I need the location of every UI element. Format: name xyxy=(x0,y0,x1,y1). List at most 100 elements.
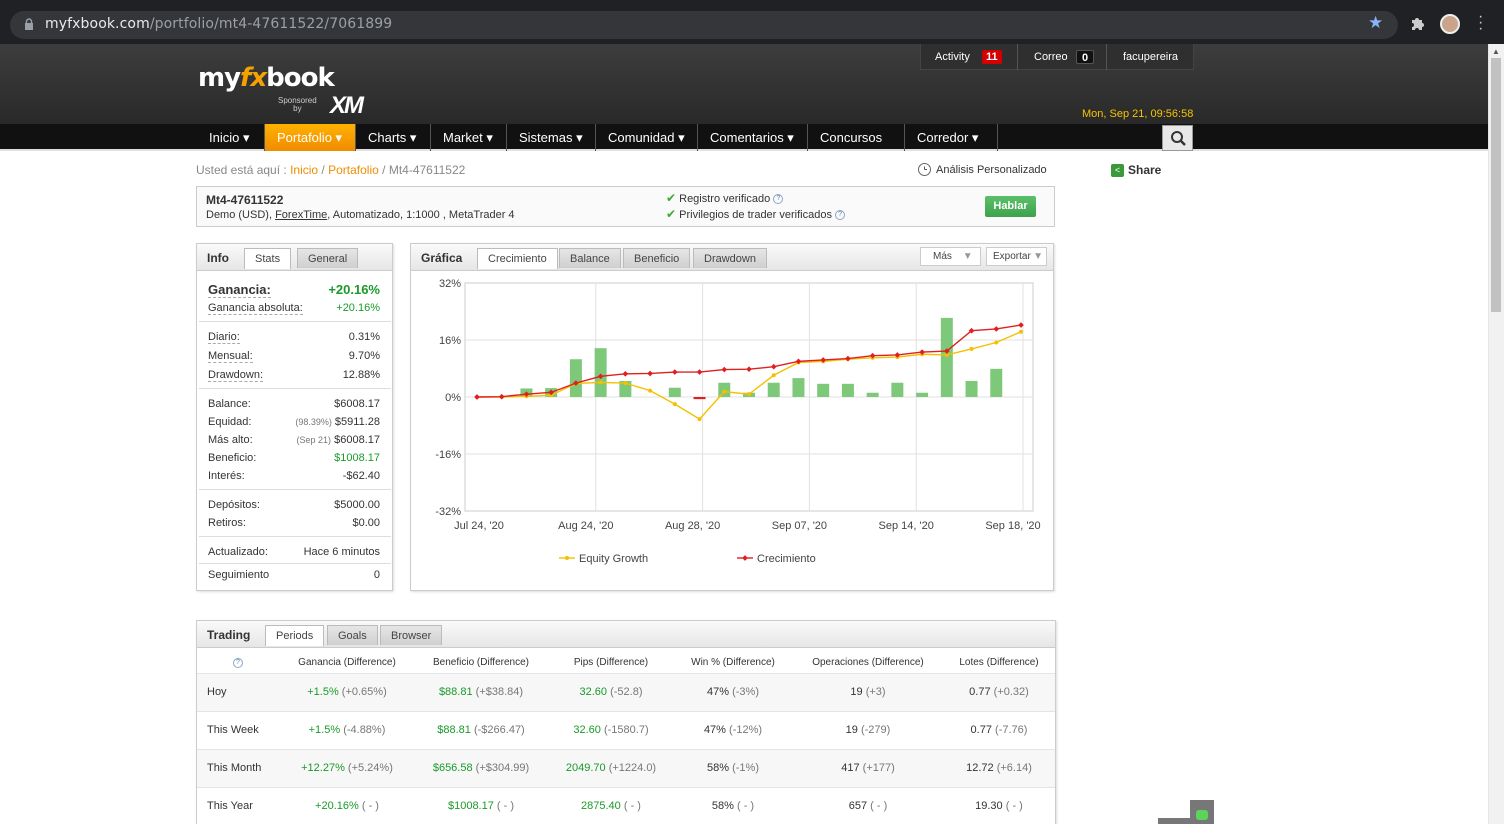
myfxbook-logo[interactable]: myfxbook xyxy=(198,63,335,93)
cell-difference: (+$38.84) xyxy=(475,686,524,698)
col-header-profit: Beneficio (Difference) xyxy=(433,657,529,668)
url-host: myfxbook.com xyxy=(45,16,150,32)
tab-balance[interactable]: Balance xyxy=(559,248,621,268)
equity-growth-point xyxy=(648,388,653,393)
period-label: This Week xyxy=(207,724,259,736)
nav-comentarios[interactable]: Comentarios ▾ xyxy=(698,124,808,151)
divider xyxy=(199,489,391,490)
share-link[interactable]: Share xyxy=(1128,163,1161,177)
nav-charts[interactable]: Charts ▾ xyxy=(356,124,431,151)
breadcrumb-portfolio[interactable]: Portafolio xyxy=(328,163,379,177)
withdrawals-value: $0.00 xyxy=(352,517,380,529)
help-icon[interactable]: ? xyxy=(233,657,243,669)
help-icon[interactable]: ? xyxy=(835,210,846,221)
growth-bar xyxy=(866,392,879,397)
highest-row: Más alto: (Sep 21) $6008.17 xyxy=(208,434,380,446)
cell-value: +1.5% xyxy=(307,686,339,698)
nav-comunidad[interactable]: Comunidad ▾ xyxy=(596,124,698,151)
profit-row: Beneficio: $1008.17 xyxy=(208,452,380,464)
logo-part: my xyxy=(198,63,241,93)
broker-link[interactable]: ForexTime xyxy=(275,209,327,221)
tab-goals[interactable]: Goals xyxy=(327,625,378,645)
col-header-trades: Operaciones (Difference) xyxy=(812,657,924,668)
cell-value: 0.77 xyxy=(970,724,992,736)
nav-sistemas[interactable]: Sistemas ▾ xyxy=(507,124,596,151)
search-icon xyxy=(1171,131,1186,146)
browser-menu-icon[interactable]: · · · xyxy=(1478,9,1486,37)
x-tick-label: Jul 24, '20 xyxy=(454,520,504,532)
profit-label: Beneficio: xyxy=(208,452,257,464)
cell-gain: +20.16% ( - ) xyxy=(277,800,417,812)
cell-value: +20.16% xyxy=(315,800,359,812)
tab-growth[interactable]: Crecimiento xyxy=(477,248,558,269)
cell-lots: 19.30 ( - ) xyxy=(929,800,1069,812)
server-datetime: Mon, Sep 21, 09:56:58 xyxy=(1082,108,1194,120)
tab-general[interactable]: General xyxy=(297,248,359,268)
nav-portafolio[interactable]: Portafolio ▾ xyxy=(265,124,356,151)
cell-value: $1008.17 xyxy=(447,800,494,812)
growth-bar xyxy=(965,380,978,397)
bookmark-star-icon[interactable]: ★ xyxy=(1368,13,1383,33)
equity-growth-point xyxy=(623,381,628,386)
scroll-up-arrow-icon[interactable]: ▲ xyxy=(1492,47,1500,56)
cell-value: 657 xyxy=(848,800,868,812)
nav-concursos[interactable]: Concursos ▾ xyxy=(808,124,905,172)
updated-value: Hace 6 minutos xyxy=(303,546,380,558)
xm-sponsor-logo[interactable]: XM xyxy=(330,92,364,120)
talk-button[interactable]: Hablar xyxy=(985,196,1036,217)
page-scrollbar-thumb[interactable] xyxy=(1491,58,1501,312)
daily-label: Diario: xyxy=(208,331,240,344)
chat-bubble-icon xyxy=(1196,810,1208,820)
export-dropdown[interactable]: Exportar ▼ xyxy=(986,247,1047,266)
help-icon[interactable]: ? xyxy=(773,194,784,205)
tab-periods[interactable]: Periods xyxy=(265,625,325,646)
interest-label: Interés: xyxy=(208,470,245,482)
drawdown-value: 12.88% xyxy=(342,369,380,381)
col-header-lots: Lotes (Difference) xyxy=(959,657,1039,668)
nav-market[interactable]: Market ▾ xyxy=(431,124,507,151)
mail-link[interactable]: Correo xyxy=(1034,51,1068,63)
extensions-icon[interactable] xyxy=(1409,16,1425,32)
cell-profit: $88.81 (-$266.47) xyxy=(411,724,551,736)
account-details: , Automatizado, 1:1000 , MetaTrader 4 xyxy=(327,209,515,221)
cell-value: 2049.70 xyxy=(565,762,606,774)
period-label: Hoy xyxy=(207,686,227,698)
cell-difference: ( - ) xyxy=(870,800,888,812)
username-link[interactable]: facupereira xyxy=(1123,51,1178,63)
nav-corredor[interactable]: Corredor ▾ xyxy=(905,124,998,151)
info-title: Info xyxy=(207,251,229,265)
breadcrumb-home[interactable]: Inicio xyxy=(290,163,318,177)
interest-row: Interés: -$62.40 xyxy=(208,470,380,482)
logo-part: fx xyxy=(240,63,267,93)
tracking-label: Seguimiento xyxy=(208,569,270,581)
more-label: Más xyxy=(933,251,952,262)
equity-growth-point xyxy=(697,417,702,422)
nav-inicio[interactable]: Inicio ▾ xyxy=(197,124,265,151)
url-text[interactable]: myfxbook.com/portfolio/mt4-47611522/7061… xyxy=(45,16,392,32)
chevron-down-icon: ▼ xyxy=(1033,251,1043,262)
verified-privileges-label: Privilegios de trader verificados xyxy=(679,209,832,221)
cell-profit: $656.58 (+$304.99) xyxy=(411,762,551,774)
tab-stats[interactable]: Stats xyxy=(244,248,292,269)
cell-value: 58% xyxy=(707,762,730,774)
profile-avatar[interactable] xyxy=(1440,14,1460,34)
search-button[interactable] xyxy=(1162,125,1193,151)
cell-difference: (-3%) xyxy=(732,686,759,698)
cell-difference: ( - ) xyxy=(1005,800,1023,812)
share-icon[interactable]: < xyxy=(1111,164,1124,177)
tab-profit[interactable]: Beneficio xyxy=(623,248,691,268)
tab-drawdown[interactable]: Drawdown xyxy=(693,248,767,268)
cell-pips: 32.60 (-1580.7) xyxy=(541,724,681,736)
custom-analysis-link[interactable]: Análisis Personalizado xyxy=(936,164,1047,176)
updated-label: Actualizado: xyxy=(208,546,268,558)
more-dropdown[interactable]: Más ▼ xyxy=(920,247,981,266)
y-tick-label: 32% xyxy=(439,278,461,290)
abs-gain-value: +20.16% xyxy=(336,302,380,314)
tab-browser[interactable]: Browser xyxy=(380,625,443,645)
x-tick-label: Sep 14, '20 xyxy=(879,520,934,532)
activity-link[interactable]: Activity xyxy=(935,51,970,63)
highest-value: $6008.17 xyxy=(334,434,380,446)
col-header-win: Win % (Difference) xyxy=(691,657,775,668)
legend-equity-marker xyxy=(565,556,569,560)
highest-label: Más alto: xyxy=(208,434,253,446)
